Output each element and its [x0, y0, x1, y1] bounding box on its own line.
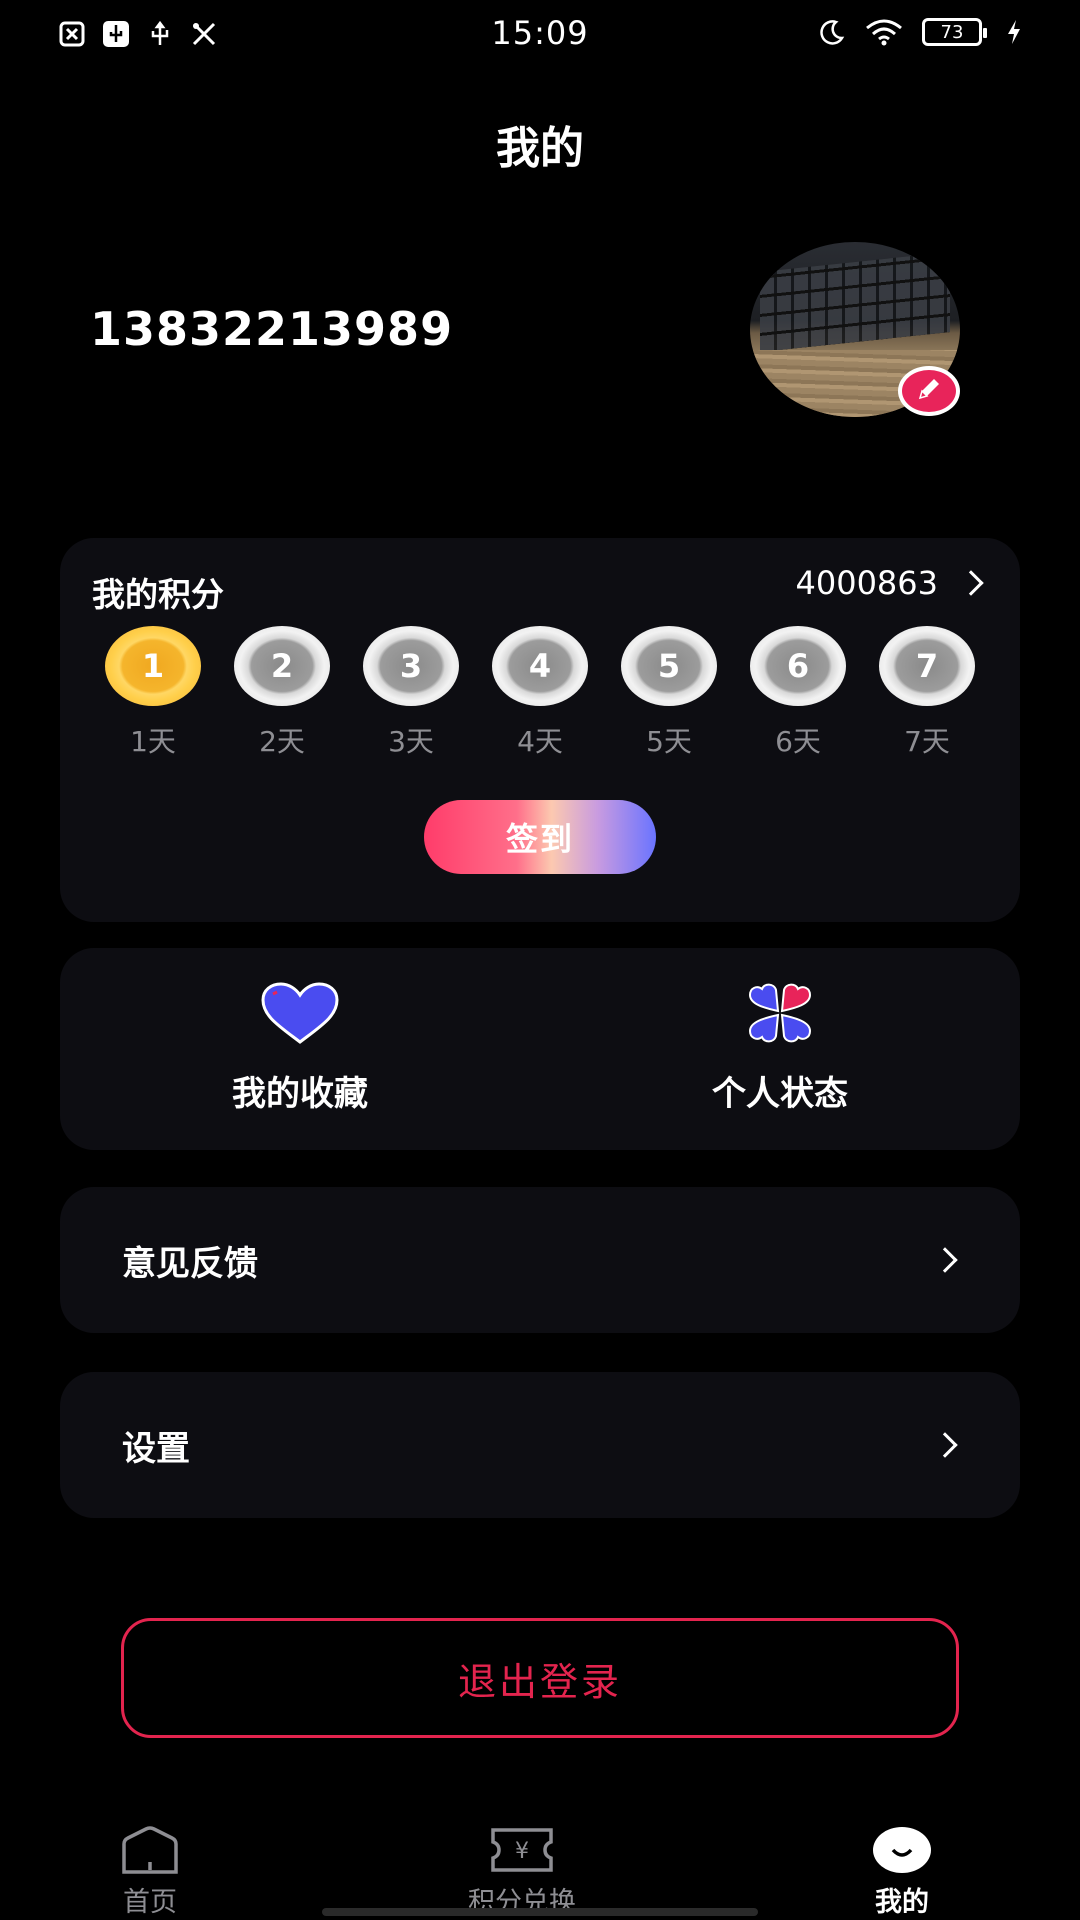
signin-day: 6 6天: [750, 626, 846, 760]
ticket-icon: ¥: [489, 1826, 555, 1878]
signin-day: 7 7天: [879, 626, 975, 760]
silver-coin-icon: 5: [621, 626, 717, 706]
nav-label-mine: 我的: [875, 1887, 929, 1918]
chevron-right-icon: [932, 1432, 958, 1458]
silver-coin-icon: 3: [363, 626, 459, 706]
nav-tab-home[interactable]: 首页: [120, 1826, 180, 1919]
settings-label: 设置: [122, 1428, 190, 1469]
favorites-label: 我的收藏: [232, 1074, 368, 1114]
nav-tab-exchange[interactable]: ¥ 积分兑换: [468, 1826, 576, 1919]
silver-coin-icon: 7: [879, 626, 975, 706]
status-bar: 15:09 73: [0, 0, 1080, 68]
day-label: 5天: [646, 725, 692, 758]
edit-avatar-button[interactable]: [898, 366, 960, 416]
phone-number: 13832213989: [90, 302, 454, 356]
signin-day: 2 2天: [234, 626, 330, 760]
feedback-row[interactable]: 意见反馈: [60, 1187, 1020, 1333]
smile-icon: [872, 1826, 932, 1878]
day-label: 7天: [904, 725, 950, 758]
gold-coin-icon: 1: [105, 626, 201, 706]
signin-days: 1 1天 2 2天 3 3天 4 4天 5 5天 6 6天 7 7天: [105, 626, 975, 760]
home-indicator: [322, 1908, 758, 1916]
day-label: 6天: [775, 725, 821, 758]
moon-icon: [818, 18, 846, 46]
chevron-right-icon: [958, 570, 984, 596]
signin-day: 4 4天: [492, 626, 588, 760]
battery-icon: 73: [922, 18, 987, 46]
points-value: 4000863: [795, 564, 938, 602]
silver-coin-icon: 4: [492, 626, 588, 706]
feedback-label: 意见反馈: [122, 1243, 258, 1284]
signin-day: 1 1天: [105, 626, 201, 760]
day-label: 4天: [517, 725, 563, 758]
signin-day: 5 5天: [621, 626, 717, 760]
silver-coin-icon: 2: [234, 626, 330, 706]
signin-button[interactable]: 签到: [424, 800, 656, 874]
bottom-nav: 首页 ¥ 积分兑换 我的: [0, 1826, 1080, 1920]
pencil-icon: [914, 374, 944, 408]
signin-day: 3 3天: [363, 626, 459, 760]
clover-icon: [738, 978, 822, 1048]
chevron-right-icon: [932, 1247, 958, 1273]
home-icon: [120, 1826, 180, 1878]
points-card: 我的积分 4000863 1 1天 2 2天 3 3天 4 4天 5 5天 6 …: [60, 538, 1020, 922]
wifi-icon: [864, 18, 904, 46]
day-label: 1天: [130, 725, 176, 758]
page-title: 我的: [496, 123, 584, 174]
personal-status-button[interactable]: 个人状态: [540, 948, 1020, 1150]
favorites-button[interactable]: 我的收藏: [60, 948, 540, 1150]
day-label: 2天: [259, 725, 305, 758]
day-label: 3天: [388, 725, 434, 758]
charging-icon: [1000, 18, 1028, 46]
personal-status-label: 个人状态: [712, 1074, 848, 1114]
settings-row[interactable]: 设置: [60, 1372, 1020, 1518]
nav-tab-mine[interactable]: 我的: [872, 1826, 932, 1919]
points-label: 我的积分: [92, 575, 224, 614]
svg-text:¥: ¥: [515, 1839, 529, 1864]
nav-label-home: 首页: [123, 1887, 177, 1918]
quick-actions-card: 我的收藏 个人状态: [60, 948, 1020, 1150]
heart-icon: [258, 978, 342, 1048]
logout-button[interactable]: 退出登录: [121, 1618, 959, 1738]
points-value-link[interactable]: 4000863: [795, 564, 984, 602]
silver-coin-icon: 6: [750, 626, 846, 706]
